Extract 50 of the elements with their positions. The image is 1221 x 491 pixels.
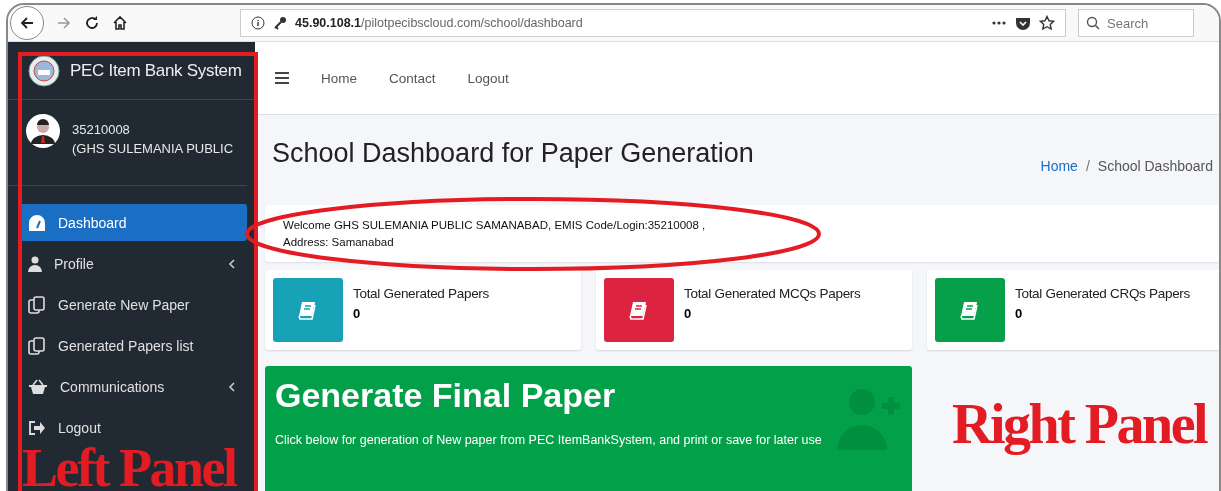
address-bar[interactable]: 45.90.108.1/pilotpecibscloud.com/school/dashboard <box>240 9 1066 37</box>
sidebar-item[interactable]: Profile <box>18 245 247 282</box>
dashboard-icon <box>28 214 46 231</box>
banner-text: Click below for generation of New paper from PEC ItemBankSystem, and print or save for later use <box>275 433 823 447</box>
breadcrumb-current: School Dashboard <box>1097 158 1213 174</box>
welcome-text: Address: Samanabad <box>283 236 395 248</box>
stat-label: Total Generated Papers <box>353 286 489 301</box>
copy-icon <box>28 295 46 314</box>
annotation-label: Right Panel <box>952 396 1207 457</box>
welcome-text: Welcome GHS SULEMANIA PUBLIC SAMANABAD, EMIS Code/Login:35210008 , <box>283 219 707 231</box>
stat-label: Total Generated MCQs Papers <box>684 286 861 301</box>
brand-title: PEC Item Bank System <box>70 60 242 81</box>
reload-icon[interactable] <box>84 15 100 31</box>
sidebar-item[interactable]: Communications <box>18 368 247 405</box>
user-id: 35210008 <box>72 122 131 137</box>
search-icon <box>1086 16 1100 30</box>
search-field[interactable]: Search <box>1078 9 1194 37</box>
user-school: (GHS SULEMANIA PUBLIC <box>72 141 234 156</box>
url-text: 45.90.108.1/pilotpecibscloud.com/school/dashboard <box>295 16 583 30</box>
nav-link[interactable]: Contact <box>389 70 436 86</box>
pocket-icon[interactable] <box>1015 15 1031 31</box>
nav-link[interactable]: Logout <box>467 70 509 86</box>
arrow-left-icon <box>19 15 35 31</box>
page-title: School Dashboard for Paper Generation <box>272 137 754 169</box>
sidebar-item[interactable]: Generate New Paper <box>18 286 247 323</box>
basket-icon <box>28 378 48 395</box>
logo-icon <box>28 54 60 87</box>
key-icon <box>273 16 287 30</box>
chevron-icon <box>228 258 235 269</box>
chevron-icon <box>228 381 235 392</box>
sign-out-icon <box>28 419 46 436</box>
avatar-icon <box>26 114 60 148</box>
sidebar-item[interactable]: Generated Papers list <box>18 327 247 364</box>
stat-value: 0 <box>353 306 362 321</box>
star-icon[interactable] <box>1039 15 1055 31</box>
info-icon <box>251 16 265 30</box>
person-icon <box>28 255 42 272</box>
breadcrumb-separator: / <box>1085 158 1090 174</box>
banner-title: Generate Final Paper <box>275 376 617 415</box>
breadcrumb-link[interactable]: Home <box>1040 158 1078 174</box>
forward-icon[interactable] <box>56 15 72 31</box>
home-icon[interactable] <box>112 15 128 31</box>
more-icon[interactable] <box>991 20 1007 26</box>
menu-icon[interactable] <box>275 72 289 84</box>
nav-link[interactable]: Home <box>321 70 357 86</box>
stat-label: Total Generated CRQs Papers <box>1015 286 1190 301</box>
back-button[interactable] <box>10 6 44 40</box>
stat-value: 0 <box>1015 306 1024 321</box>
stat-value: 0 <box>684 306 693 321</box>
copy-icon <box>28 336 46 355</box>
